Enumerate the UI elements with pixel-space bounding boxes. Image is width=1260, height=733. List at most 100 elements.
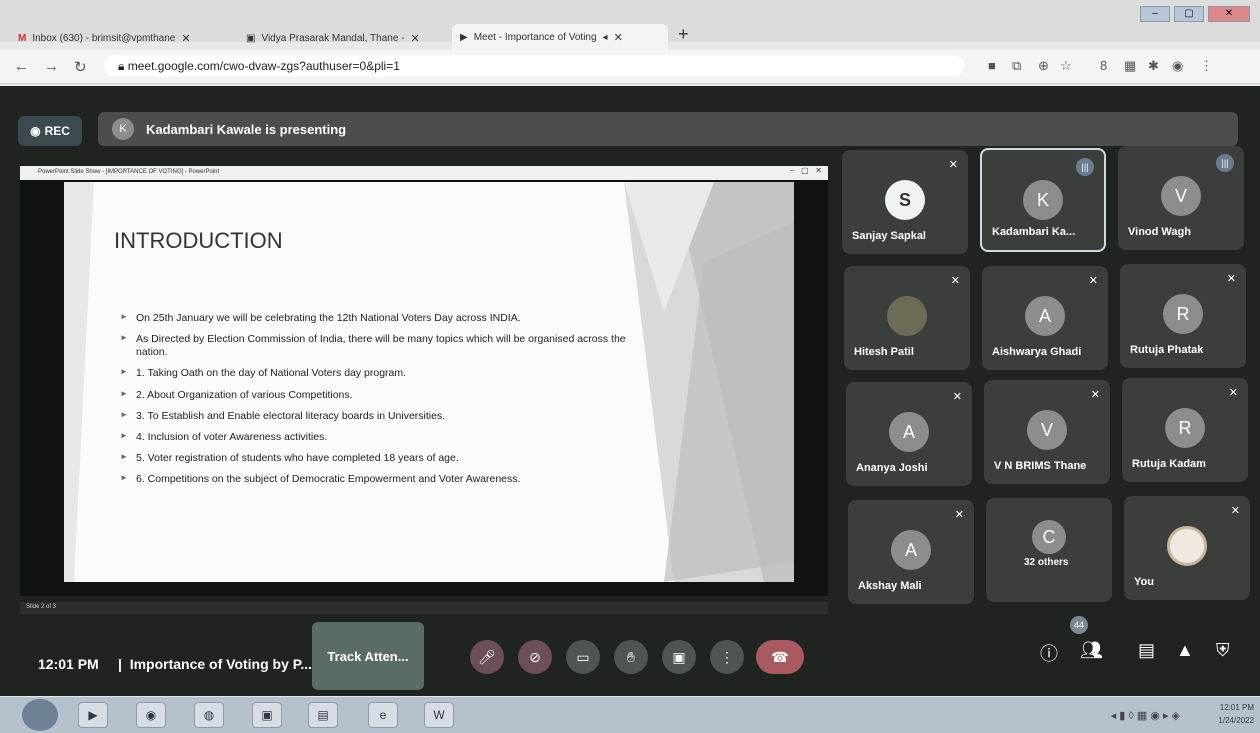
chat-icon[interactable]: ▤ (1138, 640, 1155, 661)
extension-icon[interactable]: 8 (1100, 58, 1107, 73)
captions-icon: ▭ (576, 648, 590, 665)
translate-icon[interactable]: ⊕ (1038, 58, 1049, 74)
chrome-icon[interactable]: ◉ (136, 702, 166, 728)
participant-name: Hitesh Patil (854, 346, 914, 358)
people-icon[interactable]: 👥︎ (1080, 640, 1103, 661)
mic-toggle-button[interactable]: 🎤︎ (470, 640, 504, 674)
speaking-icon: ||| (1076, 158, 1094, 176)
participant-tile[interactable]: ✕ A Aishwarya Ghadi (982, 266, 1108, 370)
close-window-button[interactable]: ✕ (1208, 6, 1250, 22)
list-item: 5. Voter registration of students who ha… (120, 452, 640, 465)
participant-tile[interactable]: ✕ R Rutuja Phatak (1120, 264, 1246, 368)
participant-tile[interactable]: ✕ R Rutuja Kadam (1122, 378, 1248, 482)
participant-tile[interactable]: ✕ A Akshay Mali (848, 500, 974, 604)
meeting-title: | Importance of Voting by P... (118, 656, 312, 672)
slide-bullet-list: On 25th January we will be celebrating t… (120, 312, 640, 494)
tab-meet[interactable]: ▶ Meet - Importance of Voting ◂ ✕ (452, 24, 668, 50)
menu-icon[interactable]: ⋮ (1200, 58, 1213, 74)
close-icon[interactable]: ✕ (181, 32, 190, 45)
participant-name: Vinod Wagh (1128, 226, 1191, 238)
list-item: As Directed by Election Commission of In… (120, 333, 640, 359)
activities-icon[interactable]: ▲ (1176, 640, 1194, 661)
internet-explorer-icon[interactable]: e (368, 702, 398, 728)
rec-label: REC (44, 124, 70, 138)
mic-off-icon: ✕ (948, 159, 958, 171)
share-icon[interactable]: ⧉ (1012, 58, 1021, 74)
camera-toggle-button[interactable]: ⊘ (518, 640, 552, 674)
participant-tile[interactable]: ||| V Vinod Wagh (1118, 146, 1244, 250)
phone-hangup-icon: ☎︎ (771, 648, 789, 665)
slide: INTRODUCTION On 25th January we will be … (64, 182, 794, 582)
media-player-icon[interactable]: ▶ (78, 702, 108, 728)
leave-call-button[interactable]: ☎︎ (756, 640, 804, 674)
participant-tile[interactable]: ✕ S Sanjay Sapkal (842, 150, 968, 254)
mic-off-icon: ✕ (1228, 387, 1238, 399)
tab-label: Meet - Importance of Voting (473, 31, 597, 43)
url-input[interactable]: 🔒︎ meet.google.com/cwo-dvaw-zgs?authuser… (104, 55, 964, 77)
reload-icon[interactable]: ↻ (74, 58, 87, 76)
speaking-icon: ||| (1216, 154, 1234, 172)
participant-name: 32 others (1024, 557, 1069, 568)
system-date: 1/24/2022 (1218, 716, 1254, 725)
avatar (887, 296, 927, 336)
participant-tile[interactable]: ✕ V V N BRIMS Thane (984, 380, 1110, 484)
meet-icon: ▶ (460, 31, 468, 43)
captions-button[interactable]: ▭ (566, 640, 600, 674)
presentation-window: PowerPoint Slide Show - [IMPORTANCE OF V… (20, 166, 828, 596)
back-icon[interactable]: ← (14, 58, 29, 75)
people-count-badge: 44 (1070, 616, 1088, 634)
more-icon: ⋮ (720, 648, 734, 665)
list-item: On 25th January we will be celebrating t… (120, 312, 640, 325)
participant-name: You (1134, 576, 1154, 588)
extension-icon[interactable]: ▦ (1124, 58, 1136, 74)
slide-status: Slide 2 of 3 (20, 602, 828, 614)
page-icon: ▣ (246, 32, 256, 44)
list-item: 2. About Organization of various Competi… (120, 389, 640, 402)
avatar: A (891, 530, 931, 570)
participant-name: Ananya Joshi (856, 462, 928, 474)
tab-inbox[interactable]: M Inbox (630) - brimsit@vpmthane ✕ (10, 26, 232, 50)
presenting-banner: K Kadambari Kawale is presenting (98, 112, 1238, 146)
avatar: V (1161, 176, 1201, 216)
participant-tile[interactable]: ✕ Hitesh Patil (844, 266, 970, 370)
start-button[interactable] (22, 699, 58, 731)
app-icon[interactable]: ▣ (252, 702, 282, 728)
minimize-button[interactable]: – (1140, 6, 1170, 22)
word-icon[interactable]: W (424, 702, 454, 728)
camera-off-icon: ⊘ (529, 648, 541, 665)
hand-icon: ✋︎ (627, 648, 635, 665)
raise-hand-button[interactable]: ✋︎ (614, 640, 648, 674)
tab-vpm[interactable]: ▣ Vidya Prasarak Mandal, Thane - ✕ (238, 26, 448, 50)
host-controls-icon[interactable]: ⛨ (1216, 640, 1230, 661)
gmail-icon: M (18, 32, 27, 44)
mic-off-icon: ✕ (952, 391, 962, 403)
new-tab-button[interactable]: + (678, 24, 689, 45)
puzzle-icon[interactable]: ✱ (1148, 58, 1159, 74)
star-icon[interactable]: ☆ (1060, 58, 1072, 74)
track-attendance-button[interactable]: Track Atten... (312, 622, 424, 690)
close-icon[interactable]: ✕ (614, 31, 623, 44)
participant-name: Rutuja Kadam (1132, 458, 1206, 470)
camera-icon[interactable]: ■ (988, 58, 996, 73)
system-clock: 12:01 PM 1/24/2022 (1218, 701, 1254, 727)
avatar: C (1032, 520, 1066, 554)
participant-tile[interactable]: ||| K Kadambari Ka... (980, 148, 1106, 252)
system-time: 12:01 PM (1219, 703, 1254, 712)
avatar: S (885, 180, 925, 220)
participant-name: Sanjay Sapkal (852, 230, 926, 242)
app-icon[interactable]: ◍ (194, 702, 224, 728)
participant-tile[interactable]: ✕ A Ananya Joshi (846, 382, 972, 486)
info-icon[interactable]: ⓘ (1040, 640, 1058, 666)
recording-indicator: ◉ REC (18, 116, 82, 146)
app-icon[interactable]: ▤ (308, 702, 338, 728)
forward-icon[interactable]: → (44, 58, 59, 75)
participant-tile[interactable]: ✕ You (1124, 496, 1250, 600)
profile-icon[interactable]: ◉ (1172, 58, 1183, 74)
participant-tile[interactable]: C 32 others (986, 498, 1112, 602)
close-icon[interactable]: ✕ (411, 32, 420, 45)
maximize-button[interactable]: ▢ (1174, 6, 1204, 22)
more-options-button[interactable]: ⋮ (710, 640, 744, 674)
participant-name: Kadambari Ka... (992, 226, 1076, 238)
meeting-title-text: Importance of Voting by P... (129, 656, 312, 672)
present-button[interactable]: ▣ (662, 640, 696, 674)
